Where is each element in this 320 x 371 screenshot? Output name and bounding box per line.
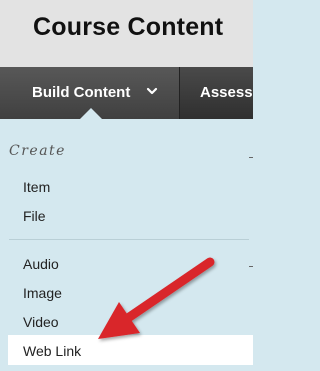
assessments-button[interactable]: Assessments	[180, 67, 253, 119]
menu-item-item[interactable]: Item	[23, 179, 50, 195]
page-header: Course Content	[0, 0, 253, 67]
assessments-label: Assessments	[200, 84, 253, 101]
menu-item-image[interactable]: Image	[23, 285, 62, 301]
chevron-down-icon	[146, 87, 158, 95]
build-content-label: Build Content	[32, 84, 131, 101]
menu-column-tick	[249, 157, 253, 158]
build-content-menu: Create Item File Audio Image Video Web L…	[0, 119, 253, 371]
menu-item-file[interactable]: File	[23, 208, 46, 224]
action-bar: Build Content Assessments	[0, 67, 253, 119]
page-title: Course Content	[33, 13, 224, 41]
menu-item-audio[interactable]: Audio	[23, 256, 59, 272]
menu-item-video[interactable]: Video	[23, 314, 59, 330]
menu-separator	[9, 239, 249, 240]
menu-pointer-notch	[80, 108, 102, 119]
menu-section-header-create: Create	[9, 143, 66, 159]
menu-item-web-link[interactable]: Web Link	[23, 343, 81, 359]
menu-column-tick	[249, 266, 253, 267]
